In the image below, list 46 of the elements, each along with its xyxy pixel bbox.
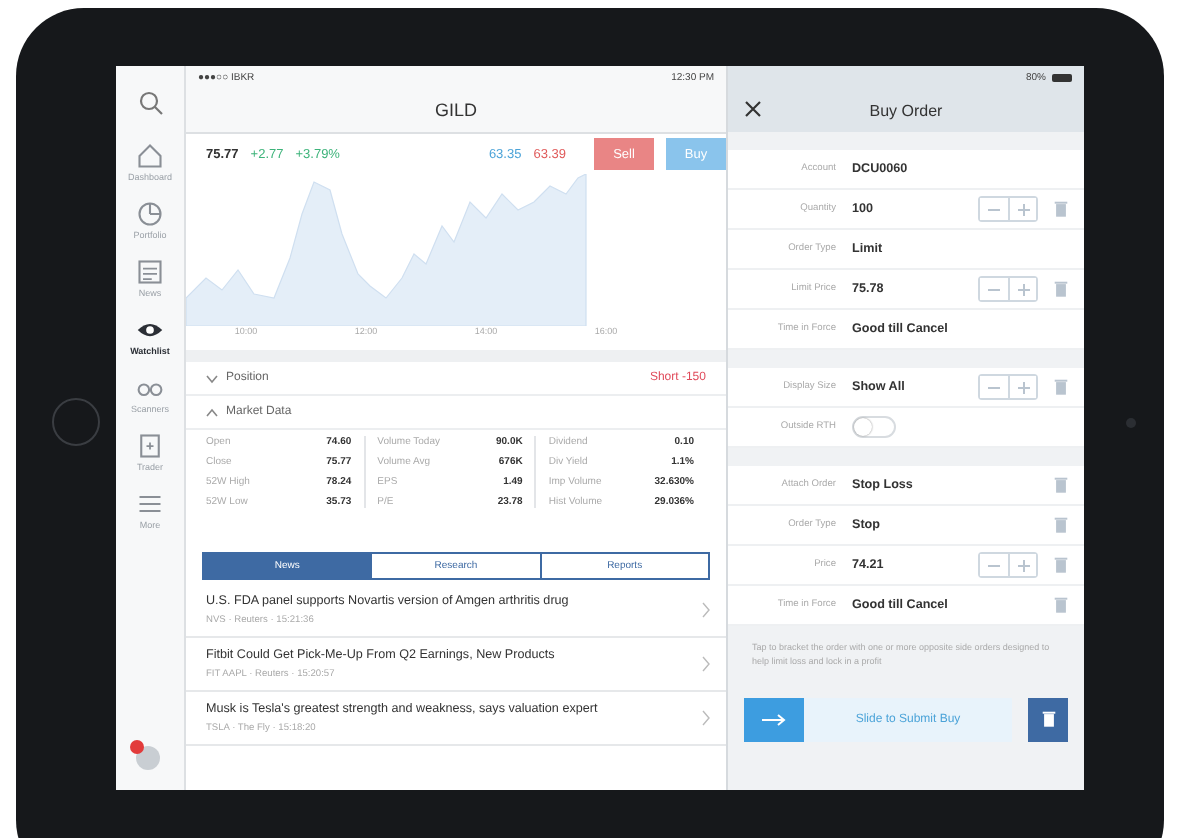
trash-icon[interactable] — [1054, 378, 1068, 396]
plus-button[interactable] — [1008, 376, 1036, 398]
minus-icon — [988, 559, 1000, 571]
plus-icon — [1017, 381, 1029, 393]
close-icon[interactable] — [744, 100, 762, 118]
chevron-icon[interactable] — [206, 407, 218, 417]
chevron-icon — [702, 710, 710, 726]
notification-dot — [130, 740, 144, 754]
arrow-icon — [762, 713, 786, 725]
stepper[interactable] — [978, 552, 1038, 578]
battery-icon — [1052, 73, 1072, 81]
discard-button[interactable] — [1028, 697, 1068, 741]
plus-button[interactable] — [1008, 198, 1036, 220]
home-button[interactable] — [52, 398, 100, 446]
plus-icon — [1017, 203, 1029, 215]
symbol-title: GILD — [434, 100, 477, 120]
plus-button[interactable] — [1008, 278, 1036, 300]
trash-icon[interactable] — [1054, 200, 1068, 218]
minus-icon — [988, 203, 1000, 215]
chevron-icon — [702, 656, 710, 672]
camera-icon — [1126, 418, 1136, 428]
trash-icon[interactable] — [1054, 596, 1068, 614]
trash-icon[interactable] — [1054, 516, 1068, 534]
panel-title: Buy Order — [869, 101, 943, 119]
trash-icon[interactable] — [1054, 476, 1068, 494]
pie-chart-icon — [135, 200, 164, 228]
search-icon[interactable] — [137, 90, 163, 116]
stepper[interactable] — [978, 276, 1038, 302]
menu-icon — [136, 490, 164, 518]
stepper[interactable] — [978, 196, 1038, 222]
chevron-icon[interactable] — [206, 373, 218, 383]
newspaper-icon — [136, 258, 164, 286]
plus-button[interactable] — [1008, 554, 1036, 576]
plus-icon — [1017, 559, 1029, 571]
minus-icon — [988, 283, 1000, 295]
avatar[interactable] — [136, 746, 160, 770]
minus-icon — [988, 381, 1000, 393]
chevron-icon — [702, 602, 710, 618]
stepper[interactable] — [978, 374, 1038, 400]
plus-icon — [1017, 283, 1029, 295]
toggle-switch[interactable] — [852, 416, 896, 438]
trash-icon[interactable] — [1054, 280, 1068, 298]
home-icon — [135, 142, 164, 170]
trash-icon — [1041, 710, 1055, 728]
document-icon — [136, 432, 164, 460]
trash-icon[interactable] — [1054, 556, 1068, 574]
